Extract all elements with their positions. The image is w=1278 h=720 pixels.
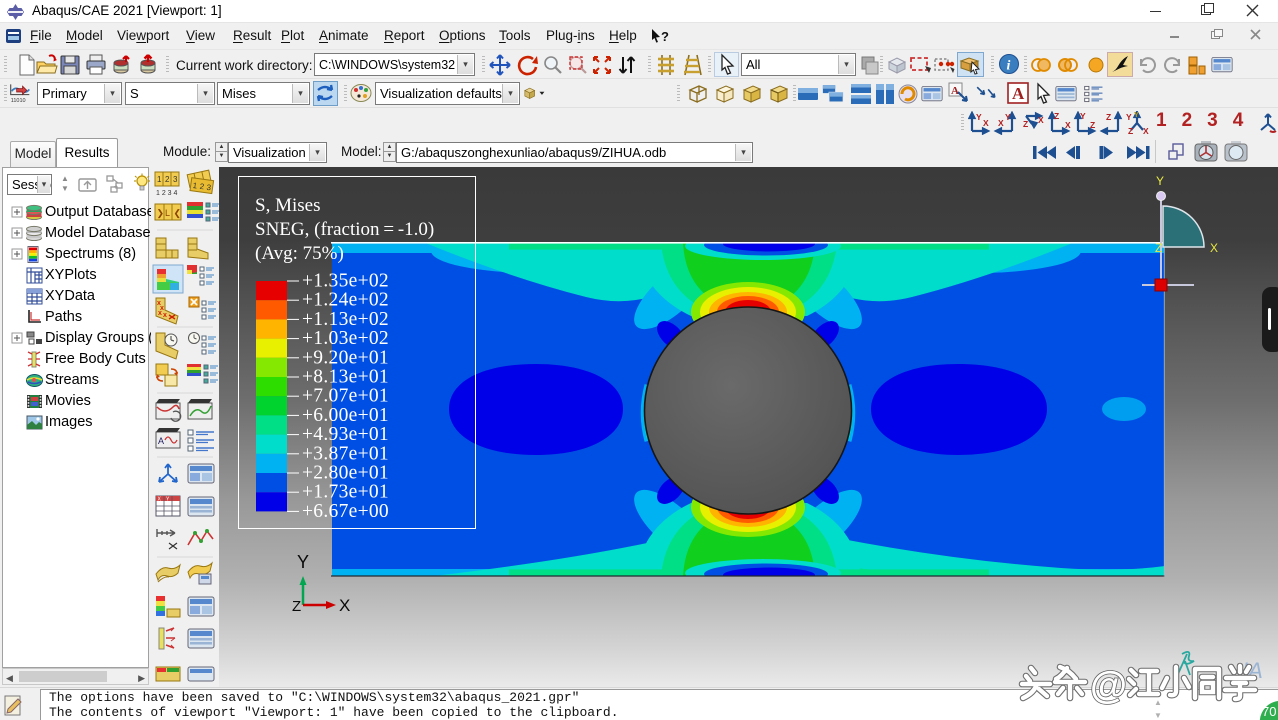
svg-text:Z: Z — [1155, 241, 1162, 255]
svg-text:Y: Y — [1080, 111, 1086, 121]
svg-text:3: 3 — [173, 175, 178, 184]
svg-text:X: X — [983, 118, 989, 128]
svg-text:+4.93e+01: +4.93e+01 — [302, 424, 389, 445]
svg-text:Y: Y — [1156, 174, 1164, 188]
svg-text:70: 70 — [1262, 704, 1276, 719]
svg-text:A: A — [1012, 84, 1025, 103]
svg-text:A: A — [158, 436, 164, 446]
svg-text:x: x — [158, 310, 162, 317]
svg-text:❯: ❯ — [157, 208, 165, 219]
svg-text:X: X — [1210, 241, 1218, 255]
svg-text:2: 2 — [165, 175, 170, 184]
svg-text:Y: Y — [1126, 112, 1132, 122]
svg-text:+9.20e+01: +9.20e+01 — [302, 347, 389, 368]
svg-text:Z: Z — [1023, 119, 1028, 129]
svg-text:+1.03e+02: +1.03e+02 — [302, 328, 389, 349]
svg-text:Y: Y — [297, 552, 309, 572]
svg-text:+1.73e+01: +1.73e+01 — [302, 482, 389, 503]
svg-text:X: X — [1065, 120, 1071, 130]
svg-text:+7.07e+01: +7.07e+01 — [302, 386, 389, 407]
svg-text:Z: Z — [292, 598, 301, 612]
svg-text:x: x — [163, 312, 167, 319]
svg-text:@: @ — [1090, 665, 1127, 707]
svg-text:1 2 3 4: 1 2 3 4 — [156, 190, 178, 197]
svg-text:Z: Z — [1054, 111, 1059, 121]
svg-text:+1.13e+02: +1.13e+02 — [302, 309, 389, 330]
svg-text:Y: Y — [1134, 112, 1139, 119]
svg-text:+3.87e+01: +3.87e+01 — [302, 443, 389, 464]
svg-text:+6.67e+00: +6.67e+00 — [302, 501, 389, 522]
svg-text:X: X — [339, 596, 350, 612]
svg-text:L: L — [165, 208, 170, 218]
svg-text:+2.80e+01: +2.80e+01 — [302, 463, 389, 484]
svg-text:+1.24e+02: +1.24e+02 — [302, 290, 389, 311]
svg-text:+8.13e+01: +8.13e+01 — [302, 367, 389, 388]
svg-text:11010: 11010 — [11, 98, 26, 103]
svg-text:X: X — [1038, 115, 1044, 125]
svg-text:Z: Z — [1106, 112, 1111, 122]
svg-text:X: X — [998, 118, 1004, 128]
svg-text:A: A — [951, 85, 959, 97]
svg-text:i: i — [1007, 59, 1011, 74]
svg-text:Z: Z — [1090, 120, 1095, 130]
svg-text:Z: Z — [1128, 126, 1133, 135]
svg-text:?: ? — [661, 29, 669, 44]
svg-text:Y: Y — [1005, 112, 1011, 122]
svg-text:❮: ❮ — [174, 208, 182, 219]
svg-text:1: 1 — [157, 175, 162, 184]
svg-text:X: X — [1143, 126, 1149, 135]
svg-text:+6.00e+01: +6.00e+01 — [302, 405, 389, 426]
svg-text:Y: Y — [976, 112, 982, 122]
svg-text:+1.35e+02: +1.35e+02 — [302, 272, 389, 292]
